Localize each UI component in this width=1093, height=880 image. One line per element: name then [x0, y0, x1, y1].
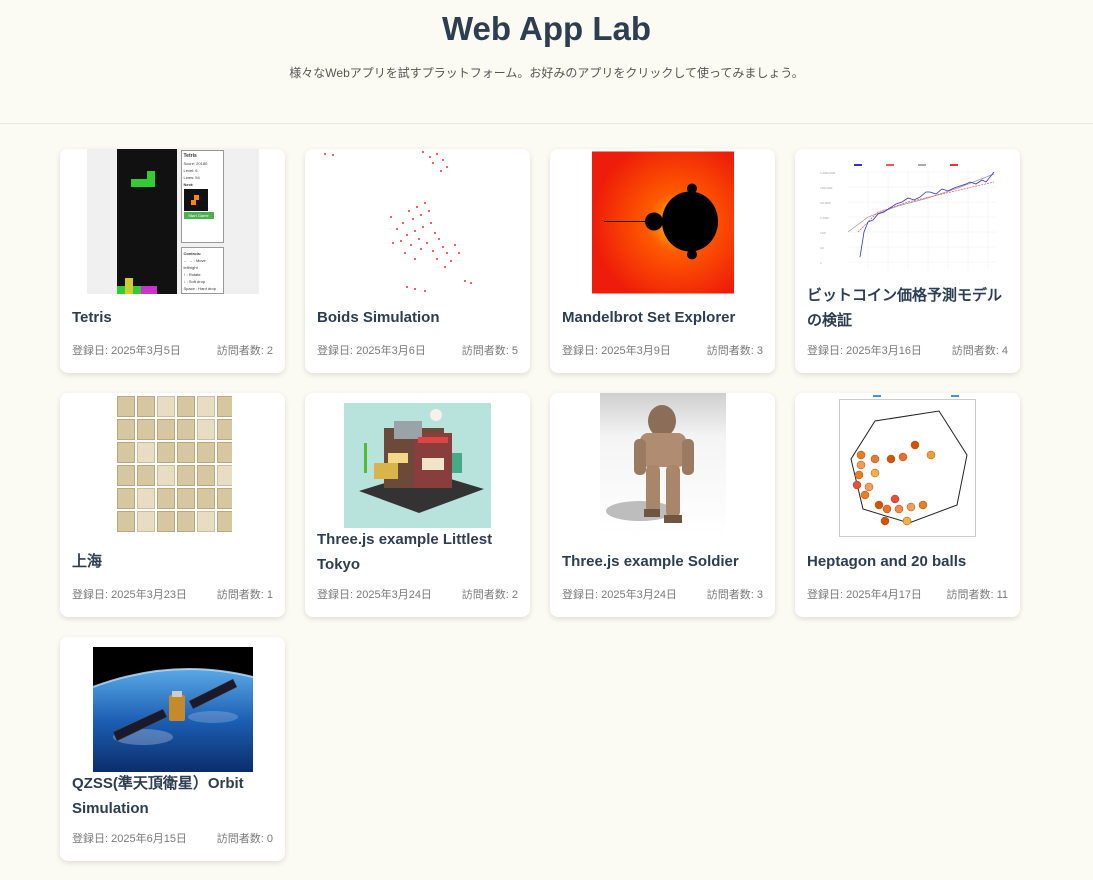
svg-text:10,000: 10,000	[820, 201, 831, 205]
app-meta: 登録日: 2025年3月23日 訪問者数: 1	[72, 588, 273, 602]
tetris-thumb-control-4: Space : Hard drop	[183, 286, 216, 291]
app-thumbnail	[305, 393, 530, 539]
app-card-shanghai[interactable]: 上海 登録日: 2025年3月23日 訪問者数: 1	[60, 393, 285, 617]
app-meta: 登録日: 2025年3月5日 訪問者数: 2	[72, 344, 273, 358]
app-date: 登録日: 2025年3月24日	[562, 589, 677, 601]
app-date: 登録日: 2025年3月24日	[317, 589, 432, 601]
app-card-mandelbrot[interactable]: Mandelbrot Set Explorer 登録日: 2025年3月9日 訪…	[550, 149, 775, 373]
tokyo-building-screenshot	[344, 403, 491, 528]
app-thumbnail	[550, 393, 775, 539]
app-visits: 訪問者数: 11	[946, 589, 1008, 601]
app-title[interactable]: 上海	[72, 549, 273, 574]
app-date: 登録日: 2025年4月17日	[807, 589, 922, 601]
svg-text:100: 100	[820, 231, 826, 235]
svg-text:1,000: 1,000	[820, 216, 829, 220]
app-title[interactable]: Boids Simulation	[317, 305, 518, 330]
app-visits: 訪問者数: 3	[706, 345, 763, 357]
tetris-thumb-controls: Controls:	[183, 251, 202, 256]
app-visits: 訪問者数: 3	[706, 589, 763, 601]
app-title[interactable]: Mandelbrot Set Explorer	[562, 305, 763, 330]
app-meta: 登録日: 2025年3月24日 訪問者数: 2	[317, 588, 518, 602]
app-thumbnail	[550, 149, 775, 295]
app-visits: 訪問者数: 2	[216, 345, 273, 357]
tetris-thumb-control-3: ↓ : Soft drop	[183, 279, 206, 284]
app-meta: 登録日: 2025年3月24日 訪問者数: 3	[562, 588, 763, 602]
app-card-boids[interactable]: Boids Simulation 登録日: 2025年3月6日 訪問者数: 5	[305, 149, 530, 373]
mahjong-tiles-screenshot	[113, 393, 232, 538]
tetris-screenshot: Tetris Score: 20180 Level: 6 Lines: 54 N…	[86, 149, 259, 294]
app-title[interactable]: Three.js example Soldier	[562, 549, 763, 574]
app-meta: 登録日: 2025年3月9日 訪問者数: 3	[562, 344, 763, 358]
tetris-thumb-next: Next:	[183, 182, 194, 187]
app-thumbnail	[60, 393, 285, 539]
app-card-bitcoin[interactable]: 1,000,000 100,000 10,000 1,000 100 10 1 ビットコイン…	[795, 149, 1020, 373]
page-header: Web App Lab 様々なWebアプリを試すプラットフォーム。お好みのアプリ…	[0, 0, 1093, 124]
app-date: 登録日: 2025年3月5日	[72, 345, 181, 357]
tetris-thumb-control-2: ↑ : Rotate	[183, 272, 201, 277]
app-date: 登録日: 2025年6月15日	[72, 833, 187, 845]
tetris-thumb-score: Score: 20180	[183, 161, 208, 166]
app-thumbnail: 1,000,000 100,000 10,000 1,000 100 10 1	[795, 149, 1020, 295]
tetris-thumb-name: Tetris	[183, 153, 197, 159]
page-title: Web App Lab	[442, 10, 651, 47]
app-date: 登録日: 2025年3月6日	[317, 345, 426, 357]
app-card-qzss[interactable]: QZSS(準天頂衛星）Orbit Simulation 登録日: 2025年6月…	[60, 637, 285, 861]
svg-text:100,000: 100,000	[820, 186, 832, 190]
app-meta: 登録日: 2025年3月6日 訪問者数: 5	[317, 344, 518, 358]
mandelbrot-screenshot	[591, 151, 734, 294]
app-grid: Tetris Score: 20180 Level: 6 Lines: 54 N…	[60, 149, 1020, 861]
boids-screenshot	[324, 151, 472, 292]
app-card-heptagon[interactable]: Heptagon and 20 balls 登録日: 2025年4月17日 訪問…	[795, 393, 1020, 617]
app-thumbnail	[305, 149, 530, 295]
tetris-thumb-control-1: ← → : Move left/right	[183, 258, 206, 270]
satellite-screenshot	[92, 647, 253, 772]
app-title[interactable]: QZSS(準天頂衛星）Orbit Simulation	[72, 771, 273, 821]
app-thumbnail	[795, 393, 1020, 539]
app-title[interactable]: Tetris	[72, 305, 273, 330]
app-date: 登録日: 2025年3月23日	[72, 589, 187, 601]
soldier-screenshot	[599, 393, 726, 538]
app-visits: 訪問者数: 4	[951, 345, 1008, 357]
app-thumbnail	[60, 637, 285, 783]
app-visits: 訪問者数: 0	[216, 833, 273, 845]
app-visits: 訪問者数: 2	[461, 589, 518, 601]
app-thumbnail: Tetris Score: 20180 Level: 6 Lines: 54 N…	[60, 149, 285, 295]
bitcoin-chart-screenshot: 1,000,000 100,000 10,000 1,000 100 10 1	[820, 164, 996, 270]
app-title[interactable]: Heptagon and 20 balls	[807, 549, 1008, 574]
app-card-tetris[interactable]: Tetris Score: 20180 Level: 6 Lines: 54 N…	[60, 149, 285, 373]
app-meta: 登録日: 2025年6月15日 訪問者数: 0	[72, 832, 273, 846]
app-visits: 訪問者数: 1	[216, 589, 273, 601]
app-date: 登録日: 2025年3月9日	[562, 345, 671, 357]
app-meta: 登録日: 2025年3月16日 訪問者数: 4	[807, 344, 1008, 358]
tetris-thumb-lines: Lines: 54	[183, 175, 200, 180]
app-card-soldier[interactable]: Three.js example Soldier 登録日: 2025年3月24日…	[550, 393, 775, 617]
app-title[interactable]: ビットコイン価格予測モデルの検証	[807, 283, 1008, 333]
tetris-thumb-level: Level: 6	[183, 168, 198, 173]
app-meta: 登録日: 2025年4月17日 訪問者数: 11	[807, 588, 1008, 602]
heptagon-balls-screenshot	[839, 395, 976, 537]
svg-text:10: 10	[820, 246, 824, 250]
page-subtitle: 様々なWebアプリを試すプラットフォーム。お好みのアプリをクリックして使ってみま…	[289, 66, 804, 80]
tetris-thumb-button: Start Game	[183, 212, 214, 219]
svg-text:1: 1	[820, 261, 822, 265]
svg-text:1,000,000: 1,000,000	[820, 171, 835, 175]
app-title[interactable]: Three.js example Littlest Tokyo	[317, 527, 518, 577]
app-date: 登録日: 2025年3月16日	[807, 345, 922, 357]
app-card-littlest-tokyo[interactable]: Three.js example Littlest Tokyo 登録日: 202…	[305, 393, 530, 617]
app-visits: 訪問者数: 5	[461, 345, 518, 357]
